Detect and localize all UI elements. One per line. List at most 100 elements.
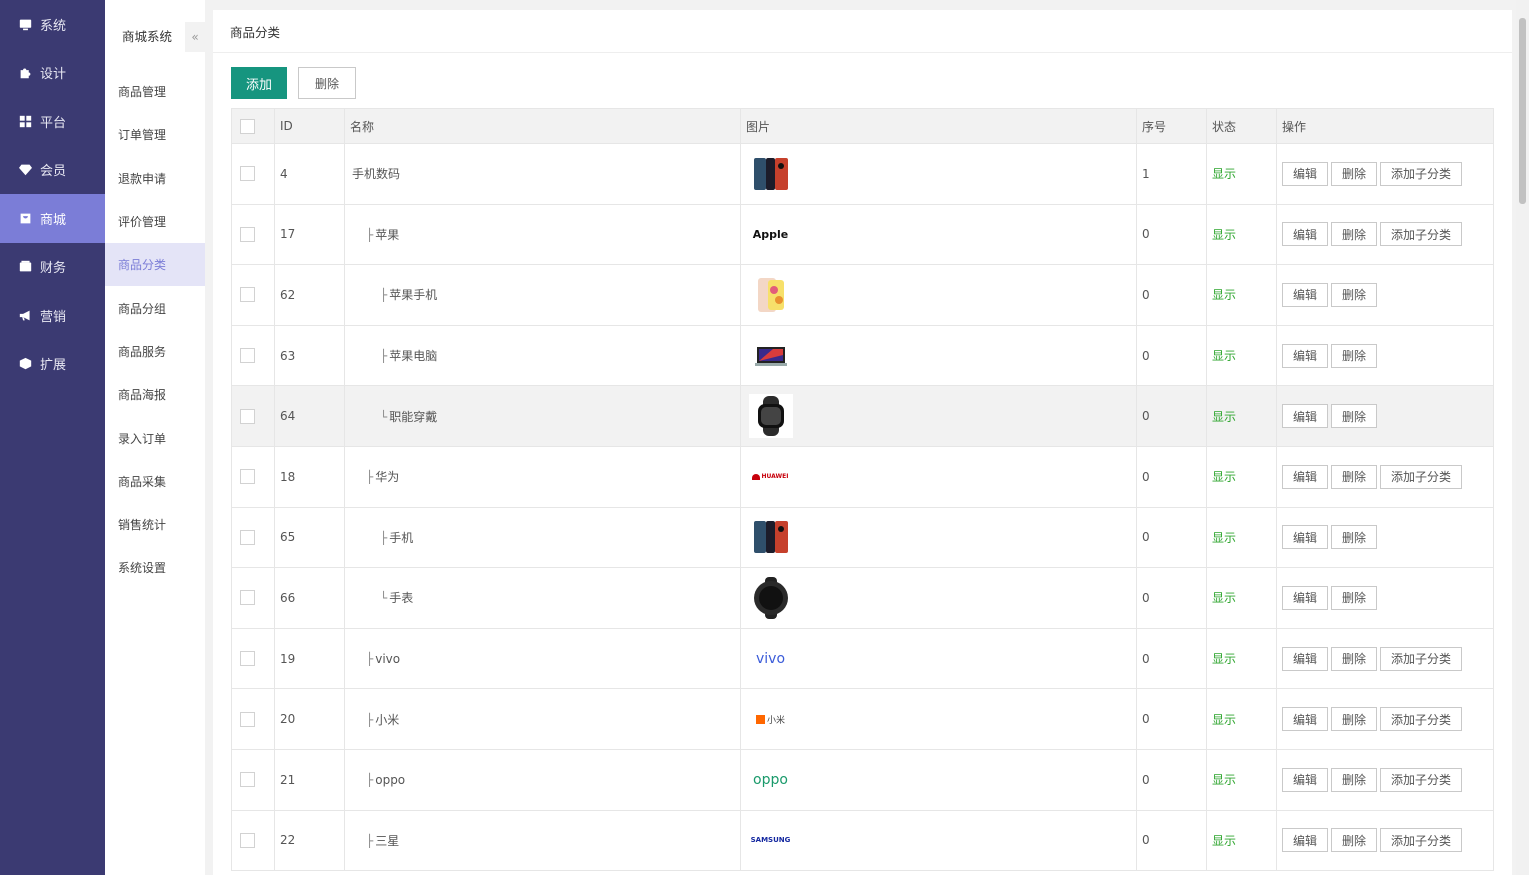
row-checkbox[interactable] (240, 711, 255, 727)
row-checkbox[interactable] (240, 590, 255, 606)
main-sidebar: 系统设计 平台会员商城 财务 营销 扩展 (0, 0, 105, 875)
row-delete-button[interactable]: 删除 (1331, 222, 1378, 247)
sidebar-item-7[interactable]: 扩展 (0, 340, 105, 389)
sidebar-item-label: 会员 (40, 164, 67, 180)
subnav-item[interactable]: 录入订单 (105, 416, 205, 459)
row-delete-button[interactable]: 删除 (1331, 343, 1378, 368)
cell-id: 65 (274, 506, 345, 569)
sub-sidebar: 商城系统 « 商品管理 订单管理 退款申请 评价管理 商品分类 商品分组 商品服务 商品海报录… (105, 0, 205, 875)
subnav-item[interactable]: 商品分类 (105, 243, 205, 287)
edit-button[interactable]: 编辑 (1282, 585, 1329, 610)
scrollbar-thumb[interactable] (1519, 18, 1526, 204)
sidebar-item-1[interactable]: 设计 (0, 49, 105, 98)
select-all-checkbox[interactable] (240, 118, 255, 134)
edit-button[interactable]: 编辑 (1282, 707, 1329, 732)
subnav-item[interactable]: 商品服务 (105, 330, 205, 373)
table-row: 21 ├ oppo oppo 0 显示 编辑 删除 添加子分类 (231, 748, 1494, 811)
cell-image (740, 264, 1137, 326)
add-child-button[interactable]: 添加子分类 (1380, 464, 1463, 489)
edit-button[interactable]: 编辑 (1282, 161, 1329, 186)
category-name: 小米 (375, 712, 400, 727)
sidebar-item-0[interactable]: 系统 (0, 0, 105, 49)
page-scrollbar[interactable] (1516, 0, 1529, 875)
subnav-item[interactable]: 商品分组 (105, 286, 205, 329)
sidebar-item-3[interactable]: 会员 (0, 146, 105, 195)
row-checkbox-cell (231, 445, 275, 508)
row-delete-button[interactable]: 删除 (1331, 646, 1378, 671)
row-checkbox-cell (231, 385, 275, 447)
row-checkbox[interactable] (240, 651, 255, 667)
category-name: 手机数码 (352, 167, 401, 182)
add-child-button[interactable]: 添加子分类 (1380, 161, 1463, 186)
row-delete-button[interactable]: 删除 (1331, 767, 1378, 792)
edit-button[interactable]: 编辑 (1282, 767, 1329, 792)
tree-prefix: ├ (366, 470, 374, 485)
add-child-button[interactable]: 添加子分类 (1380, 767, 1463, 792)
category-name: 苹果电脑 (389, 349, 438, 364)
row-checkbox[interactable] (240, 772, 255, 788)
cell-status: 显示 (1206, 445, 1277, 508)
category-image (748, 333, 793, 378)
subnav-item[interactable]: 商品采集 (105, 460, 205, 503)
sub-sidebar-title: 商城系统 (122, 28, 173, 44)
row-delete-button[interactable]: 删除 (1331, 404, 1378, 429)
category-image: Apple (748, 212, 793, 257)
sidebar-item-4[interactable]: 商城 (0, 194, 105, 243)
edit-button[interactable]: 编辑 (1282, 282, 1329, 307)
row-checkbox[interactable] (240, 408, 255, 424)
edit-button[interactable]: 编辑 (1282, 525, 1329, 550)
row-delete-button[interactable]: 删除 (1331, 525, 1378, 550)
add-child-button[interactable]: 添加子分类 (1380, 707, 1463, 732)
subnav-item[interactable]: 商品海报 (105, 373, 205, 416)
collapse-button[interactable]: « (185, 22, 205, 52)
sidebar-item-5[interactable]: 财务 (0, 243, 105, 292)
subnav-item[interactable]: 订单管理 (105, 113, 205, 156)
cell-name: ├ 三星 (344, 809, 741, 872)
edit-button[interactable]: 编辑 (1282, 343, 1329, 368)
row-checkbox[interactable] (240, 469, 255, 485)
cell-status: 显示 (1206, 264, 1277, 326)
page-title: 商品分类 (213, 10, 1512, 53)
delete-button[interactable]: 删除 (298, 67, 356, 99)
edit-button[interactable]: 编辑 (1282, 646, 1329, 671)
edit-button[interactable]: 编辑 (1282, 404, 1329, 429)
row-checkbox-cell (231, 809, 275, 872)
row-delete-button[interactable]: 删除 (1331, 585, 1378, 610)
sidebar-item-label: 系统 (40, 18, 67, 34)
add-button[interactable]: 添加 (231, 67, 287, 99)
row-delete-button[interactable]: 删除 (1331, 282, 1378, 307)
row-checkbox[interactable] (240, 287, 255, 303)
brand-logo-text: 小米 (766, 715, 785, 726)
row-checkbox[interactable] (240, 166, 255, 182)
cell-name: ├ oppo (344, 748, 741, 811)
cell-ops: 编辑 删除 添加子分类 (1276, 688, 1494, 750)
add-child-button[interactable]: 添加子分类 (1380, 828, 1463, 853)
subnav-item[interactable]: 退款申请 (105, 157, 205, 200)
row-delete-button[interactable]: 删除 (1331, 464, 1378, 489)
subnav-item[interactable]: 商品管理 (105, 70, 205, 113)
sidebar-item-6[interactable]: 营销 (0, 291, 105, 340)
row-checkbox-cell (231, 688, 275, 750)
cell-ops: 编辑 删除 添加子分类 (1276, 627, 1494, 690)
add-child-button[interactable]: 添加子分类 (1380, 646, 1463, 671)
subnav-item[interactable]: 系统设置 (105, 546, 205, 589)
cell-name: ├ 手机 (344, 506, 741, 569)
add-child-button[interactable]: 添加子分类 (1380, 222, 1463, 247)
edit-button[interactable]: 编辑 (1282, 222, 1329, 247)
row-checkbox[interactable] (240, 348, 255, 364)
tree-prefix: ├ (366, 227, 374, 242)
row-checkbox[interactable] (240, 226, 255, 242)
subnav-item[interactable]: 销售统计 (105, 503, 205, 546)
row-delete-button[interactable]: 删除 (1331, 707, 1378, 732)
row-delete-button[interactable]: 删除 (1331, 161, 1378, 186)
sidebar-item-2[interactable]: 平台 (0, 97, 105, 146)
edit-button[interactable]: 编辑 (1282, 828, 1329, 853)
cell-status: 显示 (1206, 567, 1277, 629)
cell-id: 22 (274, 809, 345, 872)
row-checkbox[interactable] (240, 832, 255, 848)
row-delete-button[interactable]: 删除 (1331, 828, 1378, 853)
row-checkbox[interactable] (240, 529, 255, 545)
cell-name: ├ vivo (344, 627, 741, 690)
edit-button[interactable]: 编辑 (1282, 464, 1329, 489)
subnav-item[interactable]: 评价管理 (105, 200, 205, 243)
